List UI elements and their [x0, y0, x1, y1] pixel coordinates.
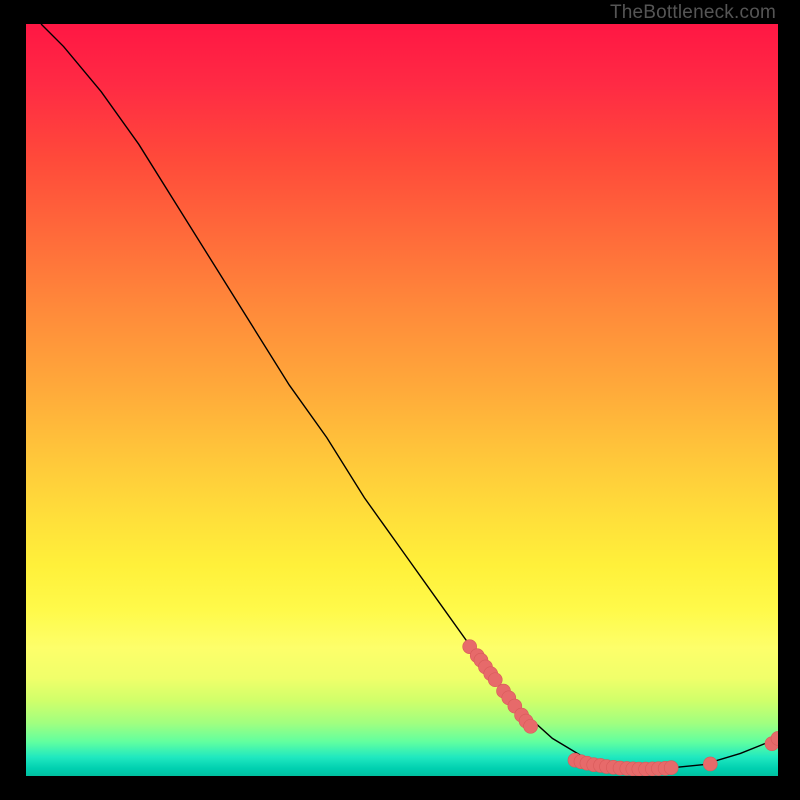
plot-area: [26, 24, 778, 776]
bottleneck-curve: [41, 24, 778, 768]
data-point: [664, 761, 678, 775]
scatter-markers: [463, 640, 778, 776]
attribution-label: TheBottleneck.com: [610, 2, 776, 24]
data-point: [524, 719, 538, 733]
chart-svg: [26, 24, 778, 776]
data-point: [703, 757, 717, 771]
